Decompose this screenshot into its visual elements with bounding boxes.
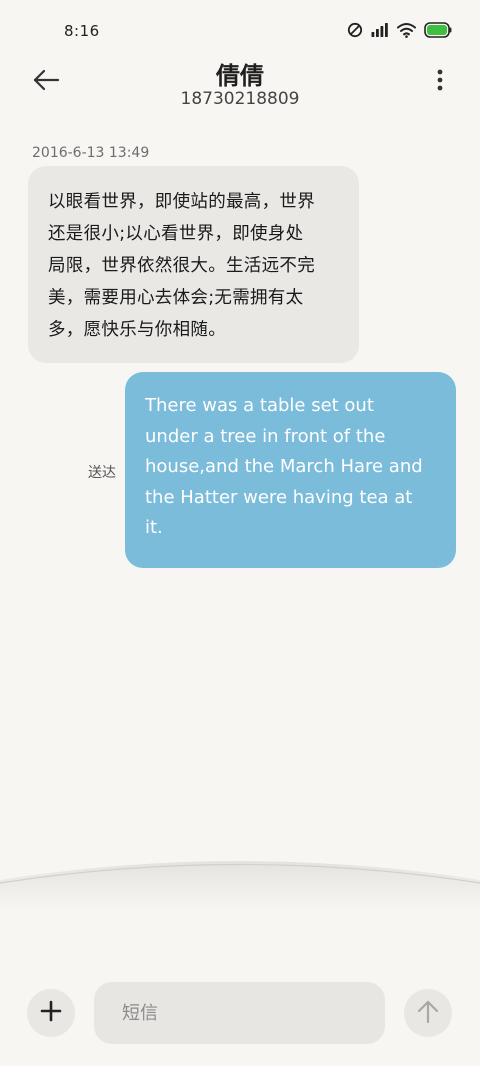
message-text-line: There was a table set out: [145, 395, 374, 416]
message-text-line: 局限，世界依然很大。生活远不完: [48, 256, 315, 276]
message-text-line: 美，需要用心去体会;无需拥有太: [48, 288, 304, 308]
do-not-disturb-icon: [347, 22, 363, 38]
message-text-line: the Hatter were having tea at: [145, 486, 413, 508]
incoming-message-bubble[interactable]: 以眼看世界，即使站的最高，世界 还是很小;以心看世界，即使身处 局限，世界依然很…: [28, 166, 359, 363]
contact-number: 18730218809: [180, 89, 300, 109]
plus-icon: [40, 1000, 62, 1026]
status-icons: [347, 22, 452, 38]
wifi-icon: [397, 22, 416, 38]
send-button[interactable]: [404, 989, 452, 1037]
outgoing-message-bubble[interactable]: There was a table set out under a tree i…: [125, 372, 456, 568]
message-timestamp: 2016-6-13 13:49: [32, 145, 150, 161]
more-options-button[interactable]: [430, 66, 450, 98]
message-text-line: 还是很小;以心看世界，即使身处: [48, 224, 304, 244]
add-attachment-button[interactable]: [27, 989, 75, 1037]
message-text-line: house,and the March Hare and: [145, 456, 423, 477]
conversation-header: 倩倩 18730218809: [0, 54, 480, 114]
battery-icon: [424, 22, 452, 38]
send-arrow-icon: [416, 998, 440, 1028]
message-input[interactable]: [94, 982, 385, 1044]
more-vertical-icon: [436, 68, 444, 96]
contact-name: 倩倩: [216, 62, 264, 90]
status-bar: 8:16: [0, 0, 480, 62]
message-text-line: under a tree in front of the: [145, 425, 386, 447]
message-text-line: it.: [145, 517, 163, 538]
bottom-panel-curve: [0, 861, 480, 910]
message-text-line: 多，愿快乐与你相随。: [48, 320, 226, 340]
message-text-line: 以眼看世界，即使站的最高，世界: [48, 192, 315, 212]
signal-icon: [371, 22, 389, 38]
delivery-status: 送达: [88, 465, 116, 481]
status-time: 8:16: [64, 22, 100, 40]
